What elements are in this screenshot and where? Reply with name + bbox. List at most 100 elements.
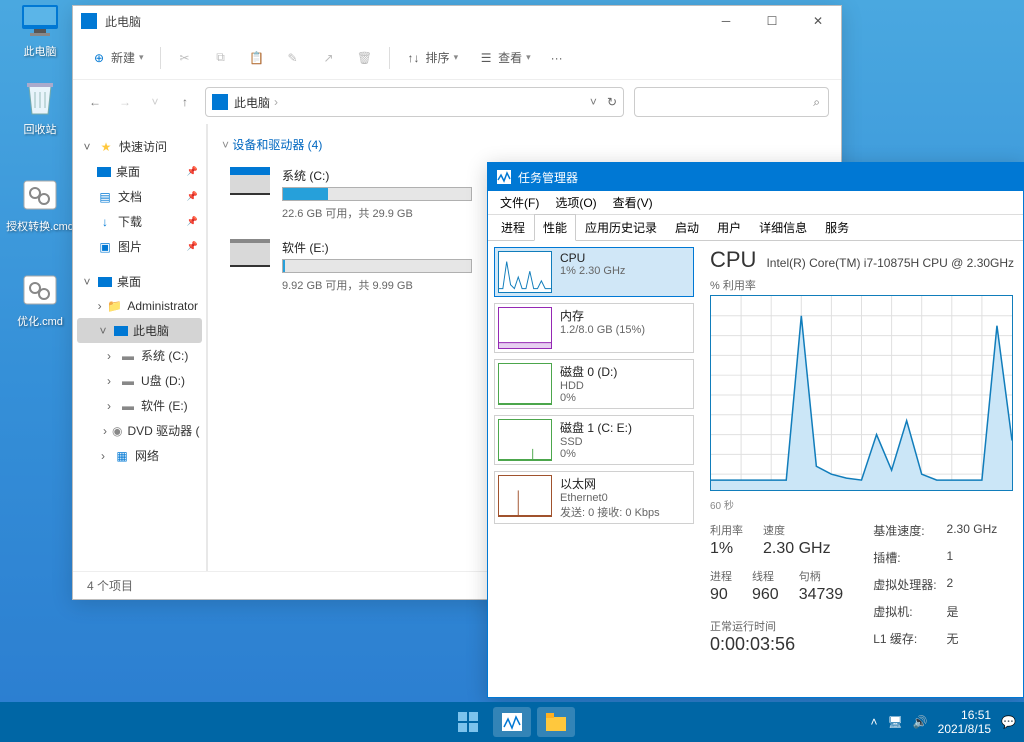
taskbar-taskmanager[interactable] bbox=[493, 707, 531, 737]
forward-button[interactable]: → bbox=[115, 92, 135, 112]
sidebar-item-documents[interactable]: ▤文档📌 bbox=[77, 184, 202, 209]
uptime-label: 正常运行时间 bbox=[710, 618, 843, 634]
desktop-icon-this-pc[interactable]: 此电脑 bbox=[5, 0, 75, 59]
sidebar-item-desktop[interactable]: 桌面📌 bbox=[77, 159, 202, 184]
drive-icon bbox=[230, 239, 270, 267]
perf-sidebar: CPU1% 2.30 GHz 内存1.2/8.0 GB (15%) 磁盘 0 (… bbox=[488, 241, 700, 697]
drive-bar bbox=[282, 187, 472, 201]
mini-chart bbox=[498, 419, 552, 461]
chevron-down-icon[interactable]: ˅ bbox=[590, 95, 597, 109]
chart-xlabel: 60 秒 bbox=[710, 497, 1013, 512]
picture-icon: ▣ bbox=[97, 239, 113, 255]
card-memory[interactable]: 内存1.2/8.0 GB (15%) bbox=[494, 303, 694, 353]
navbar: ← → ˅ ↑ 此电脑 › ˅ ↻ ⌕ bbox=[73, 80, 841, 124]
mini-chart bbox=[498, 251, 552, 293]
tray-sound-icon[interactable]: 🔊 bbox=[913, 715, 928, 729]
sidebar-quick-access[interactable]: ˅★快速访问 bbox=[77, 134, 202, 159]
card-disk0[interactable]: 磁盘 0 (D:)HDD0% bbox=[494, 359, 694, 409]
paste-button[interactable]: 📋 bbox=[241, 44, 273, 72]
uptime-value: 0:00:03:56 bbox=[710, 634, 843, 655]
tab-history[interactable]: 应用历史记录 bbox=[576, 214, 666, 241]
new-button[interactable]: ⊕新建▾ bbox=[83, 43, 152, 72]
sidebar-item-drive-e[interactable]: ›▬软件 (E:) bbox=[77, 393, 202, 418]
tab-details[interactable]: 详细信息 bbox=[750, 214, 816, 241]
copy-button[interactable]: ⧉ bbox=[205, 44, 237, 72]
sidebar-item-thispc[interactable]: ˅此电脑 bbox=[77, 318, 202, 343]
sidebar-item-desktop2[interactable]: ˅桌面 bbox=[77, 269, 202, 294]
desktop-label: 授权转换.cmd bbox=[5, 218, 75, 234]
tab-users[interactable]: 用户 bbox=[708, 214, 750, 241]
rename-button[interactable]: ✎ bbox=[277, 44, 309, 72]
pin-icon: 📌 bbox=[187, 191, 198, 202]
drive-icon bbox=[230, 167, 270, 195]
tray-clock[interactable]: 16:51 2021/8/15 bbox=[938, 708, 991, 737]
tray-chevron-icon[interactable]: ˄ bbox=[870, 715, 877, 729]
menu-file[interactable]: 文件(F) bbox=[492, 191, 547, 214]
tab-processes[interactable]: 进程 bbox=[492, 214, 534, 241]
back-button[interactable]: ← bbox=[85, 92, 105, 112]
drive-bar bbox=[282, 259, 472, 273]
mini-chart bbox=[498, 307, 552, 349]
breadcrumb-segment[interactable]: 此电脑 bbox=[234, 94, 270, 111]
menubar: 文件(F) 选项(O) 查看(V) bbox=[488, 191, 1023, 215]
cut-icon: ✂ bbox=[177, 50, 193, 66]
tab-performance[interactable]: 性能 bbox=[534, 214, 576, 241]
view-icon: ☰ bbox=[478, 50, 494, 66]
download-icon: ↓ bbox=[97, 214, 113, 230]
sidebar-item-drive-d[interactable]: ›▬U盘 (D:) bbox=[77, 368, 202, 393]
menu-view[interactable]: 查看(V) bbox=[605, 191, 661, 214]
mini-chart bbox=[498, 363, 552, 405]
taskbar-explorer[interactable] bbox=[537, 707, 575, 737]
share-button[interactable]: ↗ bbox=[313, 44, 345, 72]
tab-services[interactable]: 服务 bbox=[816, 214, 858, 241]
cut-button[interactable]: ✂ bbox=[169, 44, 201, 72]
card-cpu[interactable]: CPU1% 2.30 GHz bbox=[494, 247, 694, 297]
up-button[interactable]: ↑ bbox=[175, 92, 195, 112]
start-button[interactable] bbox=[449, 707, 487, 737]
menu-options[interactable]: 选项(O) bbox=[547, 191, 604, 214]
tab-startup[interactable]: 启动 bbox=[666, 214, 708, 241]
sort-button[interactable]: ↑↓排序▾ bbox=[398, 43, 467, 72]
card-ethernet[interactable]: 以太网Ethernet0发送: 0 接收: 0 Kbps bbox=[494, 471, 694, 524]
cpu-chart bbox=[710, 295, 1013, 491]
group-header[interactable]: ˅ 设备和驱动器 (4) bbox=[222, 132, 827, 163]
minimize-button[interactable]: ─ bbox=[703, 6, 749, 36]
more-button[interactable]: ··· bbox=[543, 45, 571, 71]
task-manager-window: 任务管理器 文件(F) 选项(O) 查看(V) 进程 性能 应用历史记录 启动 … bbox=[487, 162, 1024, 698]
sidebar-item-drive-c[interactable]: ›▬系统 (C:) bbox=[77, 343, 202, 368]
maximize-button[interactable]: ☐ bbox=[749, 6, 795, 36]
toolbar: ⊕新建▾ ✂ ⧉ 📋 ✎ ↗ 🗑 ↑↓排序▾ ☰查看▾ ··· bbox=[73, 36, 841, 80]
refresh-button[interactable]: ↻ bbox=[607, 95, 617, 109]
tray-network-icon[interactable]: 🖥 bbox=[887, 715, 902, 729]
titlebar[interactable]: 此电脑 ─ ☐ ✕ bbox=[73, 6, 841, 36]
sort-icon: ↑↓ bbox=[406, 50, 422, 66]
search-input[interactable] bbox=[643, 95, 813, 109]
cpu-info: 基准速度:2.30 GHz 插槽:1 虚拟处理器:2 虚拟机:是 L1 缓存:无 bbox=[873, 522, 997, 655]
delete-button[interactable]: 🗑 bbox=[349, 44, 381, 72]
close-button[interactable]: ✕ bbox=[795, 6, 841, 36]
drive-icon: ▬ bbox=[120, 373, 136, 389]
view-button[interactable]: ☰查看▾ bbox=[470, 43, 539, 72]
trash-icon: 🗑 bbox=[357, 50, 373, 66]
card-disk1[interactable]: 磁盘 1 (C: E:)SSD0% bbox=[494, 415, 694, 465]
sidebar-item-dvd[interactable]: ›◉DVD 驱动器 ( bbox=[77, 418, 202, 443]
cpu-title: CPU bbox=[710, 247, 756, 273]
sidebar-item-admin[interactable]: ›📁Administrator bbox=[77, 294, 202, 318]
up-button[interactable]: ˅ bbox=[145, 92, 165, 112]
sidebar-item-network[interactable]: ›▦网络 bbox=[77, 443, 202, 468]
desktop-icon-recycle-bin[interactable]: 回收站 bbox=[5, 78, 75, 137]
search-box[interactable]: ⌕ bbox=[634, 87, 829, 117]
desktop-icon bbox=[97, 167, 111, 177]
pc-icon bbox=[212, 94, 228, 110]
paste-icon: 📋 bbox=[249, 50, 265, 66]
sidebar-item-downloads[interactable]: ↓下载📌 bbox=[77, 209, 202, 234]
rename-icon: ✎ bbox=[285, 50, 301, 66]
tray-notification-icon[interactable]: 💬 bbox=[1001, 715, 1016, 729]
desktop-icon-file2[interactable]: 优化.cmd bbox=[5, 270, 75, 329]
desktop-icon-file1[interactable]: 授权转换.cmd bbox=[5, 175, 75, 234]
cpu-model: Intel(R) Core(TM) i7-10875H CPU @ 2.30GH… bbox=[766, 256, 1014, 270]
sidebar-item-pictures[interactable]: ▣图片📌 bbox=[77, 234, 202, 259]
titlebar[interactable]: 任务管理器 bbox=[488, 163, 1023, 191]
address-bar[interactable]: 此电脑 › ˅ ↻ bbox=[205, 87, 624, 117]
mini-chart bbox=[498, 475, 552, 517]
